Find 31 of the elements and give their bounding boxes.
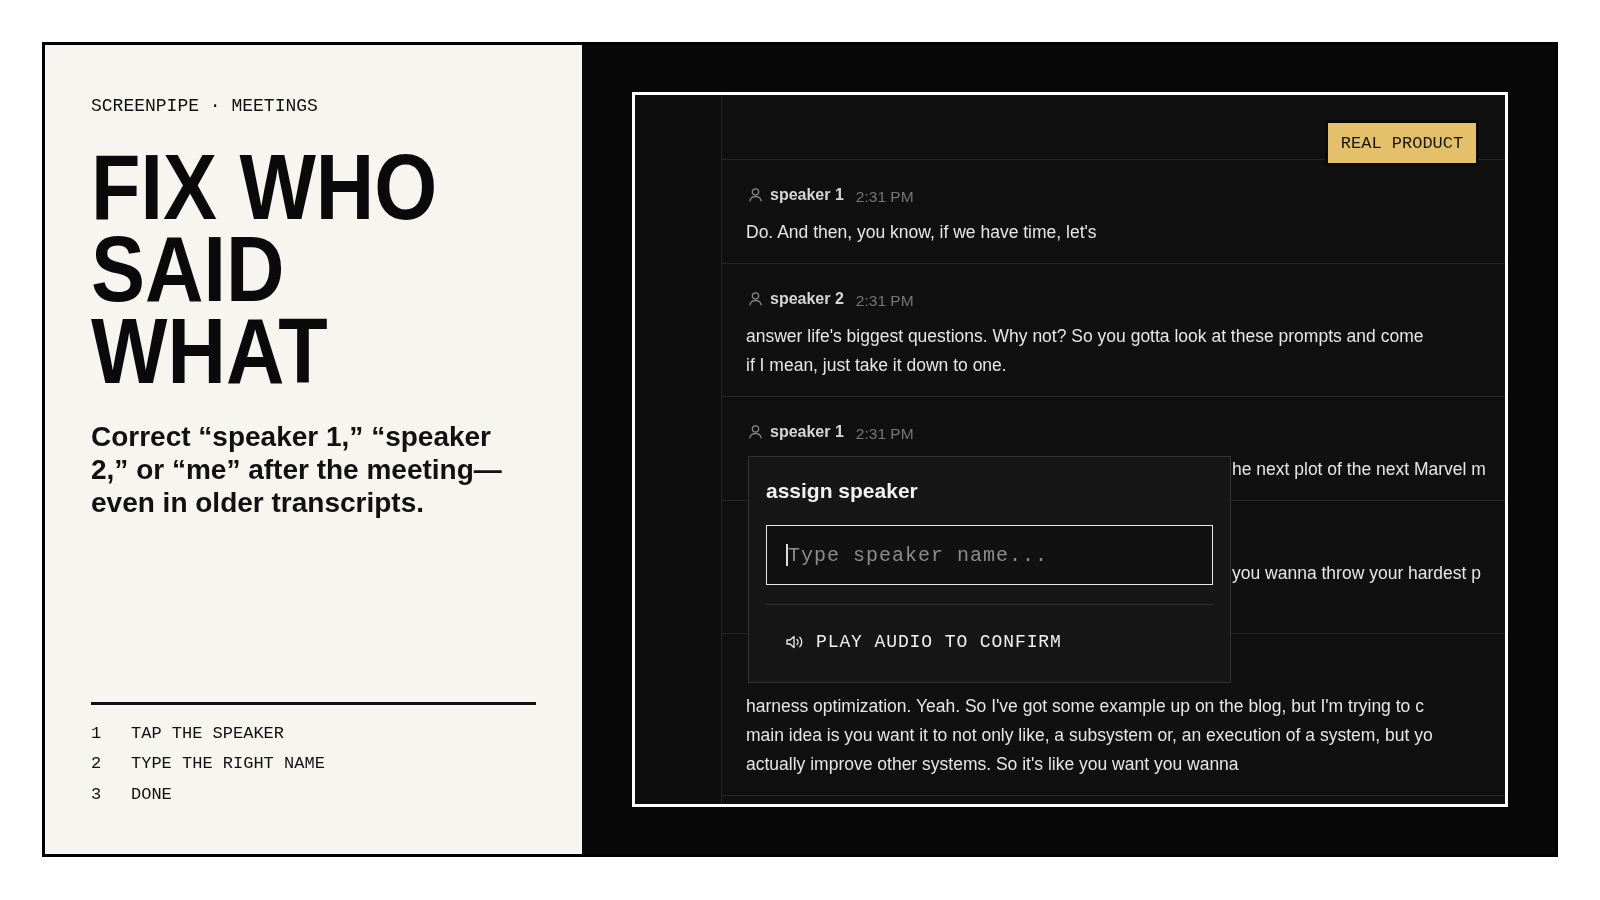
timestamp: 2:31 PM bbox=[855, 292, 914, 310]
step-label: TYPE THE RIGHT NAME bbox=[131, 753, 325, 775]
speaker-name-input[interactable]: Type speaker name... bbox=[766, 525, 1213, 585]
person-icon bbox=[749, 188, 762, 202]
transcript-text: harness optimization. Yeah. So I've got some example up on the blog, but I'm trying to c bbox=[746, 696, 1424, 716]
person-icon bbox=[749, 292, 762, 306]
transcript-text: Do. And then, you know, if we have time, let's bbox=[746, 222, 1097, 242]
transcript-text: answer life's biggest questions. Why not? So you gotta look at these prompts and come bbox=[746, 326, 1424, 346]
play-audio-button[interactable]: PLAY AUDIO TO CONFIRM bbox=[786, 630, 1062, 654]
step-number: 2 bbox=[91, 753, 103, 775]
timestamp: 2:31 PM bbox=[855, 188, 914, 206]
speaker-name[interactable]: speaker 2 bbox=[770, 290, 844, 308]
transcript-text: he next plot of the next Marvel m bbox=[1232, 459, 1486, 479]
step-label: TAP THE SPEAKER bbox=[131, 722, 285, 745]
step-label: DONE bbox=[131, 783, 172, 806]
transcript-text: you wanna throw your hardest p bbox=[1232, 563, 1482, 583]
transcript-text: actually improve other systems. So it's like you want you wanna bbox=[746, 754, 1239, 774]
transcript-text: main idea is you want it to not only like, a subsystem or, an execution of a system, but yo bbox=[746, 725, 1433, 745]
timestamp: 2:31 PM bbox=[855, 425, 914, 443]
eyebrow-label: SCREENPIPE · MEETINGS bbox=[91, 95, 318, 117]
transcript-text: if I mean, just take it down to one. bbox=[746, 355, 1007, 375]
person-icon bbox=[749, 425, 762, 439]
speaker-name[interactable]: speaker 1 bbox=[770, 423, 844, 441]
status-badge: REAL PRODUCT bbox=[1325, 120, 1479, 166]
subheadline: Correct “speaker 1,” “speaker 2,” or “me” after the meeting—even in older transcripts. bbox=[91, 420, 503, 519]
popup-title: assign speaker bbox=[766, 479, 918, 503]
step-number: 1 bbox=[91, 722, 103, 745]
headline: FIX WHO SAID WHAT bbox=[91, 146, 438, 392]
step-number: 3 bbox=[91, 783, 103, 806]
speaker-icon bbox=[786, 635, 804, 649]
speaker-name[interactable]: speaker 1 bbox=[770, 186, 844, 204]
